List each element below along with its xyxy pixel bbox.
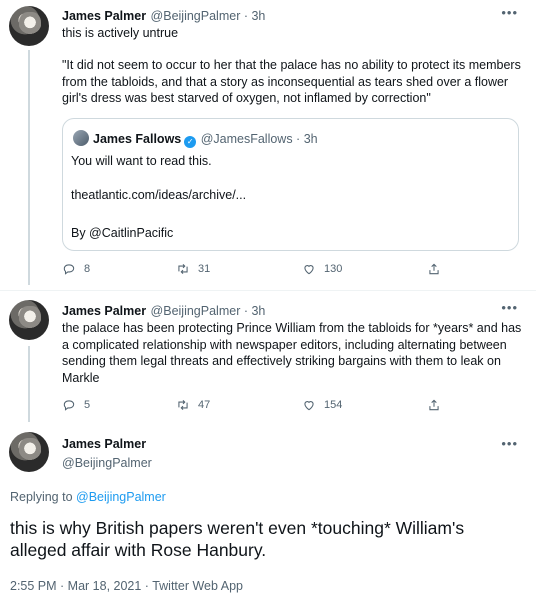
quoted-byline: By @CaitlinPacific [71,226,174,240]
more-icon[interactable]: ••• [501,5,518,20]
focused-tweet-text: this is why British papers weren't even … [10,518,465,560]
like-button[interactable]: 154 [302,398,342,412]
like-count: 154 [324,399,343,411]
quoted-tweet[interactable]: James Fallows ✓ @JamesFallows · 3h You wi… [62,118,519,251]
reply-count: 8 [84,263,91,275]
more-icon[interactable]: ••• [501,436,518,451]
avatar[interactable] [9,300,49,340]
like-icon [304,265,314,275]
avatar [73,130,89,146]
retweet-count: 47 [198,399,211,411]
quoted-author-name: James Fallows [93,132,182,146]
reply-icon [63,400,75,411]
tweet-text: the palace has been protecting Prince Wi… [62,321,522,385]
avatar[interactable] [9,432,49,472]
replying-to-link[interactable]: @BeijingPalmer [76,490,166,504]
more-icon[interactable]: ••• [501,300,518,315]
share-button[interactable] [427,262,441,276]
thread-line [28,346,30,422]
share-icon [429,399,439,411]
tweet-2[interactable]: James Palmer @BeijingPalmer · 3h ••• the… [0,290,536,422]
verified-icon: ✓ [184,136,197,148]
reply-button[interactable]: 8 [62,262,90,276]
quoted-text: You will want to read this. [71,154,212,168]
tweet-quote-text: "It did not seem to occur to her that th… [62,58,521,106]
focused-tweet: James Palmer @BeijingPalmer ••• [0,422,536,603]
thread-line [28,50,30,285]
author-handle[interactable]: @BeijingPalmer [62,456,152,470]
like-count: 130 [324,263,343,275]
like-button[interactable]: 130 [302,262,342,276]
reply-count: 5 [84,399,91,411]
replying-prefix: Replying to [10,490,73,504]
tweet-timestamp[interactable]: 2:55 PM · Mar 18, 2021 · Twitter Web App [10,579,243,593]
tweet-header: James Palmer @BeijingPalmer · 3h [62,7,265,25]
author-name[interactable]: James Palmer [62,9,146,23]
tweet-1[interactable]: James Palmer @BeijingPalmer · 3h ••• thi… [0,0,536,290]
retweet-icon [178,399,188,411]
author-name[interactable]: James Palmer [62,304,146,318]
reply-button[interactable]: 5 [62,398,90,412]
share-button[interactable] [427,398,441,412]
quoted-link: theatlantic.com/ideas/archive/... [71,188,247,202]
like-icon [304,401,314,411]
author-handle[interactable]: @BeijingPalmer · 3h [151,304,266,318]
author-name[interactable]: James Palmer [62,437,146,451]
retweet-icon [178,263,188,275]
tweet-text: this is actively untrue [62,26,179,40]
quoted-header: James Fallows ✓ @JamesFallows · 3h [93,130,318,148]
share-icon [429,263,439,275]
tweet-header: James Palmer @BeijingPalmer · 3h [62,302,265,320]
avatar[interactable] [9,6,49,46]
retweet-button[interactable]: 31 [176,262,210,276]
reply-icon [63,264,75,275]
replying-to: Replying to @BeijingPalmer [10,490,166,504]
retweet-button[interactable]: 47 [176,398,210,412]
retweet-count: 31 [198,263,211,275]
quoted-author-handle: @JamesFallows · 3h [200,132,318,146]
author-handle[interactable]: @BeijingPalmer · 3h [151,9,266,23]
